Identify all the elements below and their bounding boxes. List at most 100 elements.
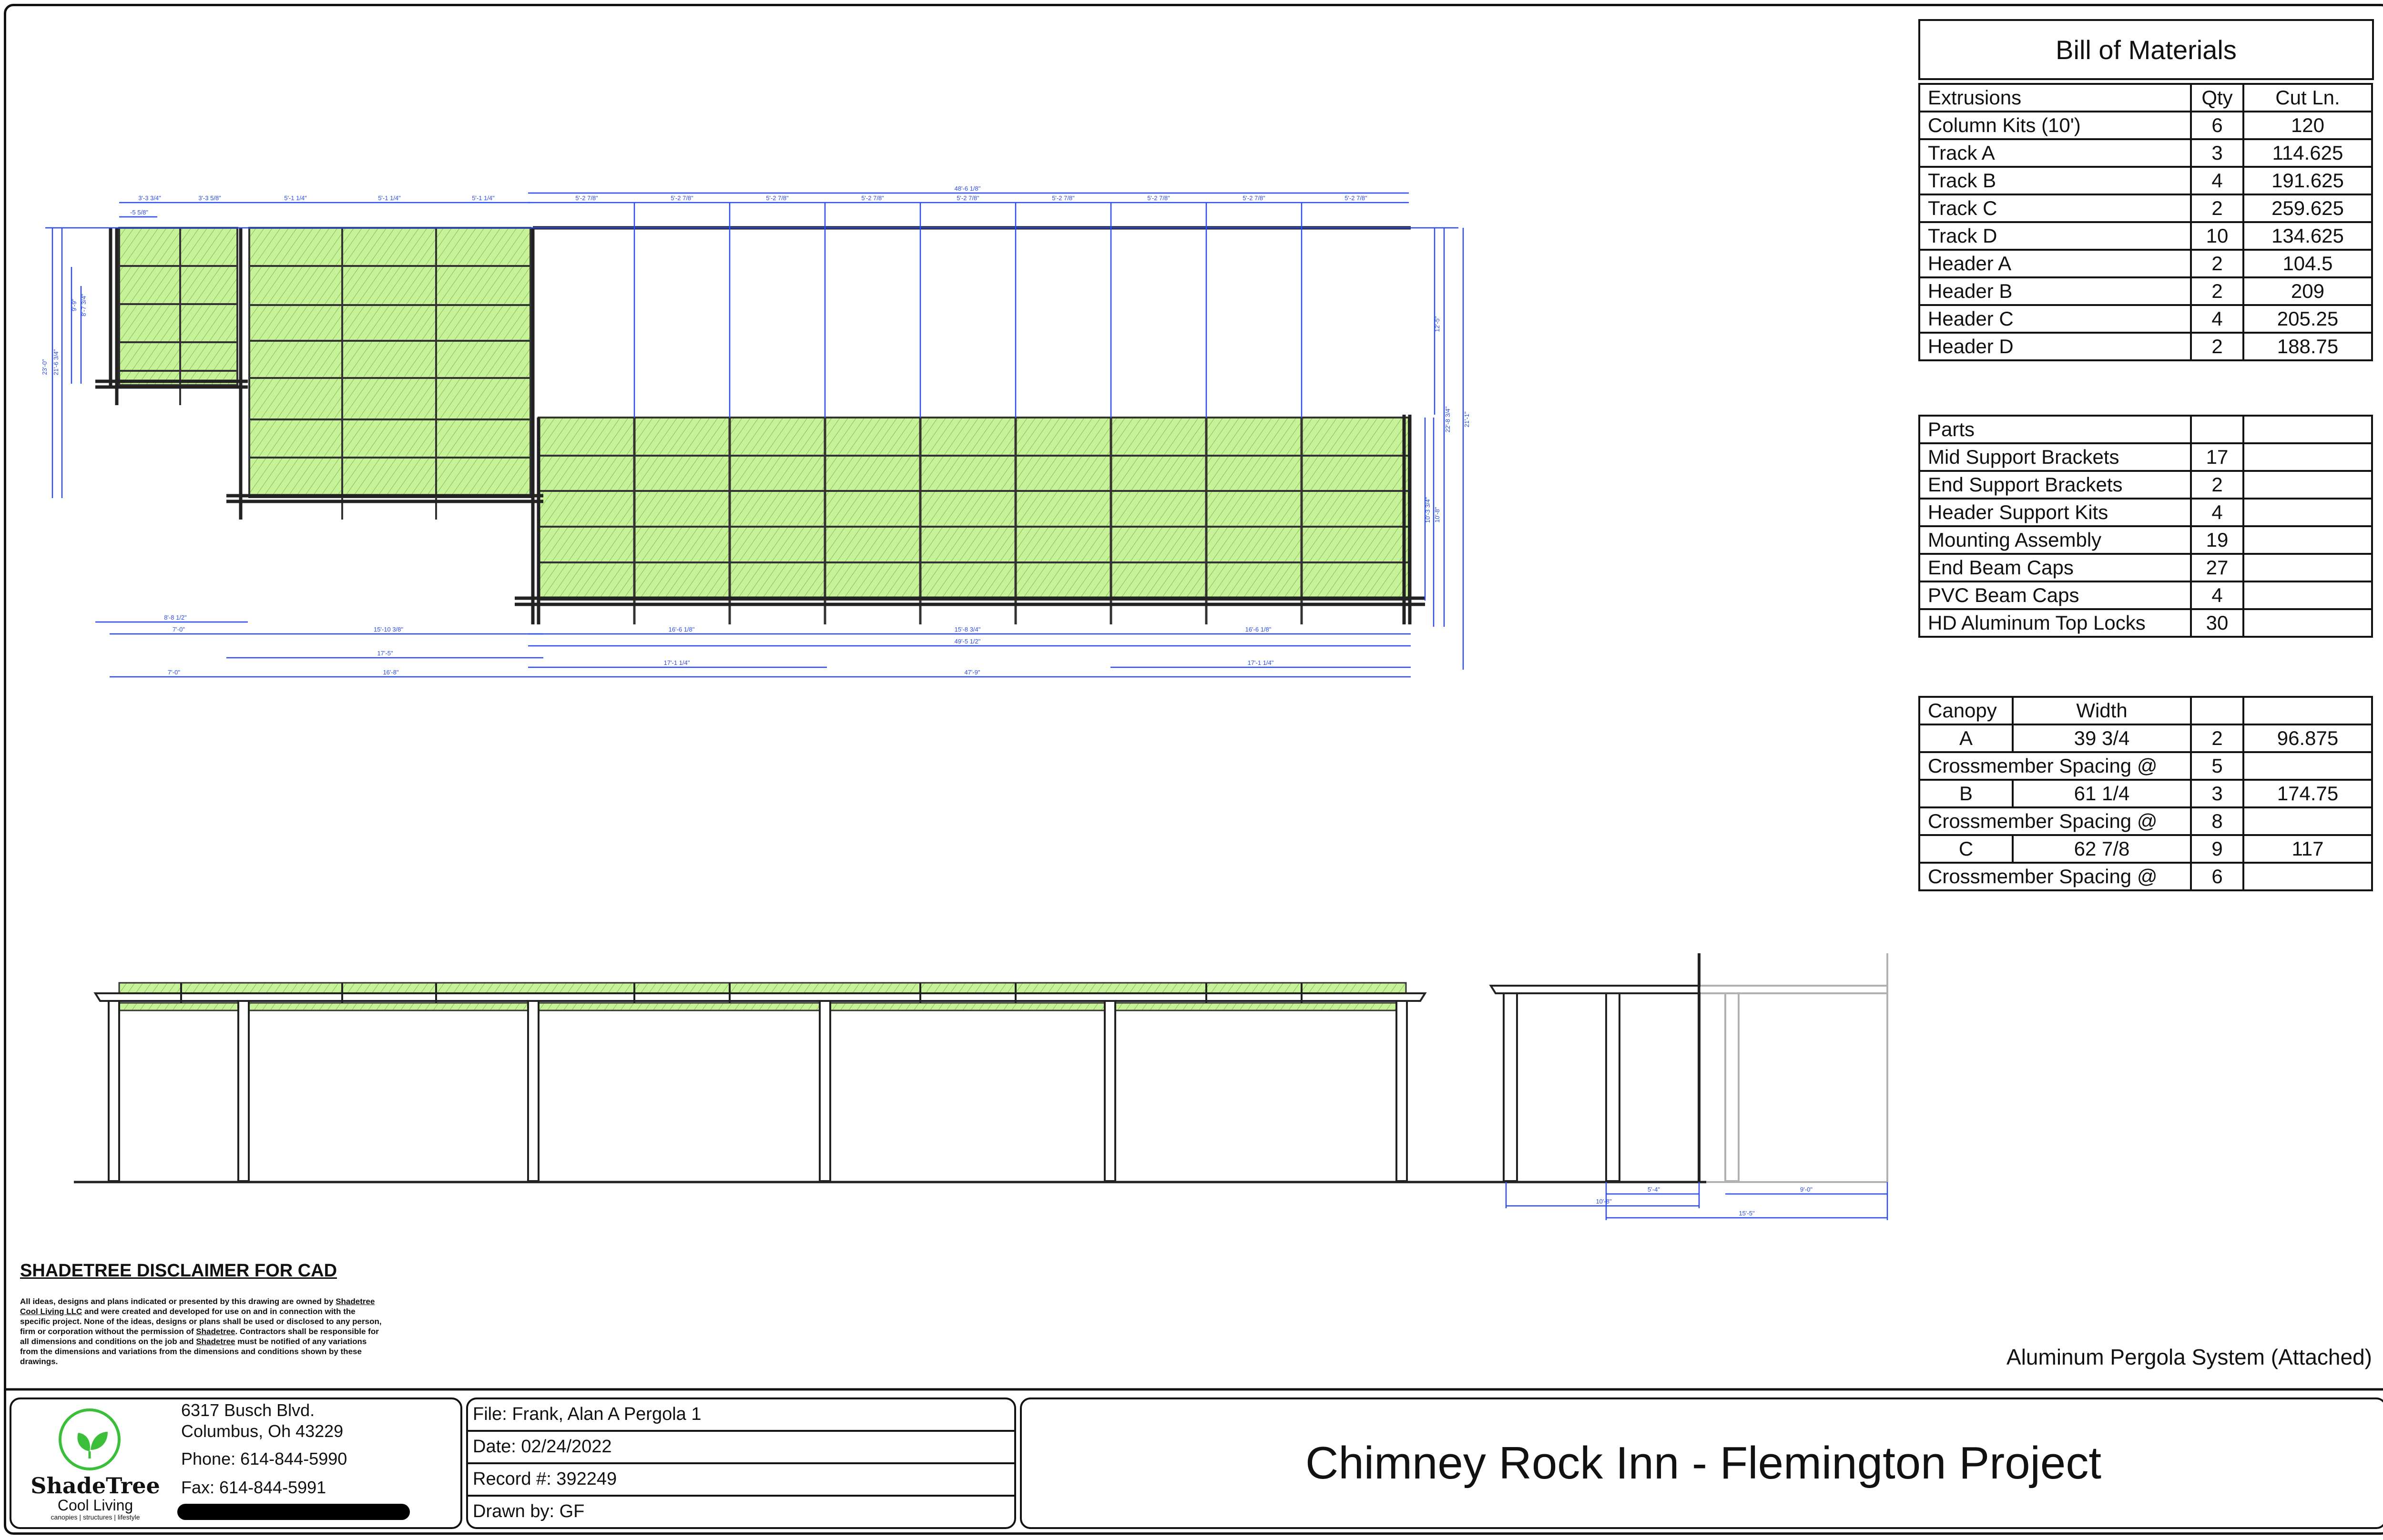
crossmember-spacing-cut [2242, 751, 2373, 781]
part-cut-length [2242, 525, 2373, 555]
company-name: ShadeTree [31, 1473, 160, 1499]
dim-top-c-9: 5'-2 7/8" [1344, 194, 1367, 202]
dim-top-a-5: 5'-1 1/4" [472, 194, 495, 202]
dim-top-a-3: 5'-1 1/4" [284, 194, 307, 202]
dim-top-a-4: 5'-1 1/4" [378, 194, 401, 202]
dim-top-a-1: 3'-3 3/4" [138, 194, 161, 202]
extrusion-name: Header A [1918, 249, 2192, 278]
dim-left-1: 9'-9" [71, 299, 78, 311]
canopy-letter: B [1918, 779, 2014, 808]
part-qty: 17 [2190, 442, 2244, 472]
extrusion-row: Track C 2 259.625 [1918, 194, 2373, 223]
extrusion-qty: 4 [2190, 304, 2244, 334]
extrusion-cut-length: 104.5 [2242, 249, 2373, 278]
part-qty: 4 [2190, 581, 2244, 610]
parts-header-name: Parts [1918, 415, 2192, 444]
extrusions-header-cut: Cut Ln. [2242, 83, 2373, 112]
address-line-1: 6317 Busch Blvd. [181, 1400, 315, 1420]
file-field: File: Frank, Alan A Pergola 1 [473, 1404, 702, 1424]
crossmember-row: Crossmember Spacing @8 [1918, 806, 2373, 836]
part-name: End Beam Caps [1918, 553, 2192, 582]
dim-top-c-8: 5'-2 7/8" [1242, 194, 1265, 202]
extrusion-qty: 2 [2190, 194, 2244, 223]
dim-bottom-6: 16'-6 1/8" [1245, 626, 1272, 633]
canopy-cut-length: 174.75 [2242, 779, 2373, 808]
canopy-qty: 3 [2190, 779, 2244, 808]
redacted-bar [177, 1504, 410, 1520]
part-row: HD Aluminum Top Locks 30 [1918, 608, 2373, 638]
part-cut-length [2242, 498, 2373, 527]
extrusion-cut-length: 191.625 [2242, 166, 2373, 195]
canopy-width: 39 3/4 [2012, 724, 2192, 753]
part-row: Mid Support Brackets 17 [1918, 442, 2373, 472]
extrusion-name: Header D [1918, 332, 2192, 361]
parts-header-qty [2190, 415, 2244, 444]
extrusion-cut-length: 209 [2242, 276, 2373, 306]
canopy-cut-length: 117 [2242, 834, 2373, 864]
extrusion-row: Track A 3 114.625 [1918, 138, 2373, 168]
disclaimer-shadetree-2: Shadetree [196, 1337, 235, 1346]
dim-top-c-7: 5'-2 7/8" [1147, 194, 1170, 202]
canopy-header-width: Width [2012, 696, 2192, 725]
dim-top-c-6: 5'-2 7/8" [1052, 194, 1075, 202]
part-cut-length [2242, 553, 2373, 582]
crossmember-spacing-value: 8 [2190, 806, 2244, 836]
dim-bottom-2: 7'-0" [173, 626, 185, 633]
dim-top-c-1: 5'-2 7/8" [575, 194, 598, 202]
parts-header-cut [2242, 415, 2373, 444]
dim-bottom-10: 17'-1 1/4" [1248, 659, 1274, 666]
crossmember-spacing-value: 6 [2190, 862, 2244, 891]
crossmember-spacing-cut [2242, 862, 2373, 891]
canopy-letter: C [1918, 834, 2014, 864]
part-row: End Support Brackets 2 [1918, 470, 2373, 500]
extrusion-row: Header D 2 188.75 [1918, 332, 2373, 361]
part-name: HD Aluminum Top Locks [1918, 608, 2192, 638]
dim-side-4: 15'-5" [1739, 1210, 1755, 1217]
phone: Phone: 614-844-5990 [181, 1449, 347, 1469]
extrusion-cut-length: 188.75 [2242, 332, 2373, 361]
canopy-header-label: Canopy [1918, 696, 2014, 725]
extrusion-name: Column Kits (10') [1918, 111, 2192, 140]
dim-bottom-1: 8'-8 1/2" [164, 614, 187, 621]
dim-left-2: 8'-7 3/4" [80, 294, 87, 316]
fax: Fax: 614-844-5991 [181, 1478, 326, 1497]
extrusion-cut-length: 205.25 [2242, 304, 2373, 334]
dim-bottom-12: 16'-8" [383, 669, 399, 676]
extrusion-row: Header A 2 104.5 [1918, 249, 2373, 278]
front-elevation [74, 982, 1706, 1183]
dim-right-4: 10'-3 3/4" [1424, 497, 1431, 523]
canopy-header-cut [2242, 696, 2373, 725]
dim-bottom-8: 49'-5 1/2" [955, 638, 981, 645]
plan-view: 3'-3 3/4" 3'-3 5/8" 5'-1 1/4" 5'-1 1/4" … [41, 185, 1470, 678]
part-qty: 4 [2190, 498, 2244, 527]
part-qty: 2 [2190, 470, 2244, 500]
extrusions-header-qty: Qty [2190, 83, 2244, 112]
dim-bottom-5: 15'-8 3/4" [955, 626, 981, 633]
part-cut-length [2242, 442, 2373, 472]
extrusion-row: Track D 10 134.625 [1918, 221, 2373, 251]
shadetree-logo-icon [59, 1408, 121, 1470]
extrusion-cut-length: 259.625 [2242, 194, 2373, 223]
part-row: Mounting Assembly 19 [1918, 525, 2373, 555]
extrusion-name: Track A [1918, 138, 2192, 168]
canopy-letter: A [1918, 724, 2014, 753]
disclaimer-title: SHADETREE DISCLAIMER FOR CAD [20, 1261, 337, 1281]
side-elevation: 5'-4" 10'-8" 9'-0" 15'-5" [1489, 953, 1888, 1220]
address-line-2: Columbus, Oh 43229 [181, 1421, 344, 1441]
canopy-a [118, 227, 238, 386]
part-cut-length [2242, 608, 2373, 638]
dim-top-c-5: 5'-2 7/8" [957, 194, 979, 202]
crossmember-spacing-cut [2242, 806, 2373, 836]
crossmember-row: Crossmember Spacing @5 [1918, 751, 2373, 781]
dim-right-5: 10'-8" [1434, 507, 1441, 523]
extrusion-qty: 6 [2190, 111, 2244, 140]
canopy-header: Canopy Width [1918, 696, 2373, 725]
extrusion-row: Column Kits (10') 6 120 [1918, 111, 2373, 140]
part-cut-length [2242, 581, 2373, 610]
dim-bottom-13: 47'-9" [964, 669, 980, 676]
dim-bottom-3: 15'-10 3/8" [374, 626, 403, 633]
part-qty: 30 [2190, 608, 2244, 638]
canopy-cut-length: 96.875 [2242, 724, 2373, 753]
record-field: Record #: 392249 [473, 1469, 617, 1489]
canopy-table: Canopy Width A 39 3/4 2 96.875 Crossmember S… [1918, 696, 2373, 891]
